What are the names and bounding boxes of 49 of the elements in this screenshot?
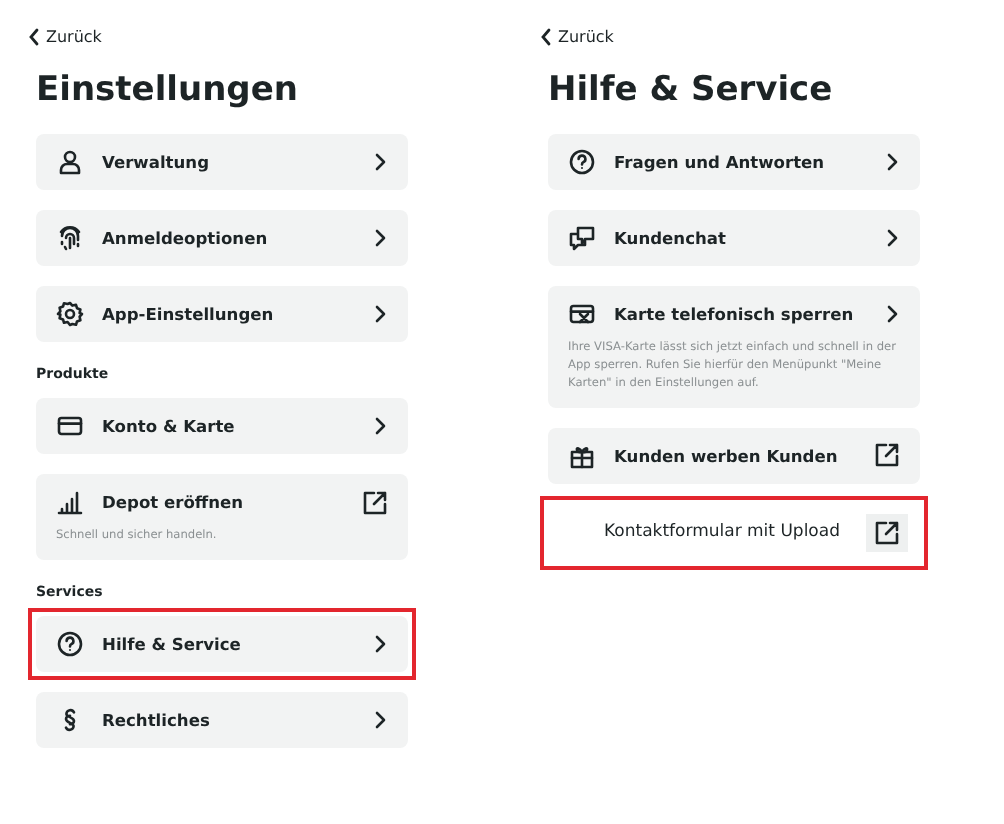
menu-item[interactable]: Verwaltung xyxy=(36,134,408,190)
page-title: Hilfe & Service xyxy=(548,70,835,110)
menu-item-label: Kontaktformular mit Upload xyxy=(602,522,842,543)
menu-item[interactable]: Anmeldeoptionen xyxy=(36,210,408,266)
back-link[interactable]: Zurück xyxy=(540,28,614,46)
chevron-right-icon xyxy=(884,152,900,172)
chat-icon xyxy=(568,224,596,252)
gift-icon xyxy=(568,441,596,470)
menu-item-label: Konto & Karte xyxy=(102,416,237,436)
chevron-right-icon xyxy=(372,633,388,654)
chevron-right-icon xyxy=(372,709,388,730)
chevron-left-icon xyxy=(540,28,552,46)
chevron-right-icon xyxy=(884,304,900,324)
back-link[interactable]: Zurück xyxy=(28,28,102,46)
menu-item[interactable]: Hilfe & Service xyxy=(36,615,408,672)
menu-item-label: Kundenchat xyxy=(614,228,728,248)
blocked-card-icon xyxy=(568,300,596,328)
menu-item-label: Hilfe & Service xyxy=(102,633,243,654)
chevron-right-icon xyxy=(372,152,388,172)
menu-item[interactable]: Kundenchat xyxy=(548,210,920,266)
chevron-right-icon xyxy=(372,304,388,324)
menu-item-label: Rechtliches xyxy=(102,709,212,730)
chevron-right-icon xyxy=(372,228,388,248)
menu-item-label: Kunden werben Kunden xyxy=(614,445,840,466)
menu-item[interactable]: Fragen und Antworten xyxy=(548,134,920,190)
menu-item[interactable]: Kunden werben Kunden xyxy=(548,427,920,484)
external-link-icon xyxy=(874,519,900,546)
card-icon xyxy=(56,412,84,440)
bar-chart-icon xyxy=(56,488,84,516)
menu-item-label: Anmeldeoptionen xyxy=(102,228,270,248)
person-icon xyxy=(56,148,84,176)
external-link-icon xyxy=(874,442,900,469)
chevron-left-icon xyxy=(28,28,40,46)
menu-item-label: Depot eröffnen xyxy=(102,492,246,512)
page-title: Einstellungen xyxy=(36,70,300,110)
help-icon xyxy=(56,629,84,658)
menu-item-label: Verwaltung xyxy=(102,152,212,172)
chevron-right-icon xyxy=(372,416,388,436)
settings-icon xyxy=(56,300,84,328)
menu-item[interactable]: Konto & Karte xyxy=(36,398,408,454)
chevron-right-icon xyxy=(884,228,900,248)
menu-item-label: Fragen und Antworten xyxy=(614,152,827,172)
external-link-icon xyxy=(362,489,388,515)
menu-item-label: App-Einstellungen xyxy=(102,304,276,324)
fingerprint-icon xyxy=(56,224,84,252)
menu-item[interactable]: App-Einstellungen xyxy=(36,286,408,342)
menu-item[interactable]: Rechtliches xyxy=(36,691,408,748)
menu-item-label: Karte telefonisch sperren xyxy=(614,304,856,324)
help-icon xyxy=(568,148,596,176)
